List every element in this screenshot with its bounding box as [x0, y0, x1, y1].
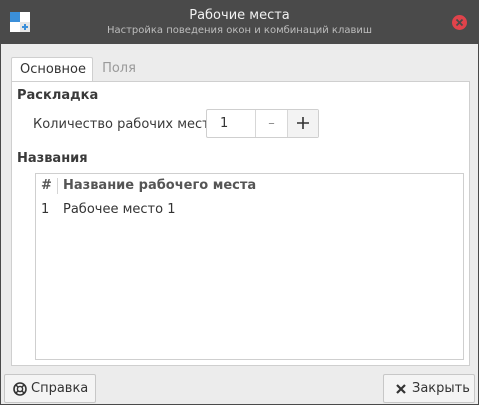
layout-section-title: Раскладка [17, 88, 99, 103]
close-icon [455, 18, 464, 27]
tab-general[interactable]: Основное [11, 57, 93, 81]
row-workspace-name[interactable]: Рабочее место 1 [63, 202, 175, 217]
window-close-button[interactable] [452, 15, 467, 30]
list-item[interactable]: 1 Рабочее место 1 [36, 202, 463, 224]
help-button-label: Справка [31, 381, 89, 396]
close-button[interactable]: Закрыть [383, 374, 475, 403]
workspace-count-stepper[interactable]: 1 – [206, 109, 319, 138]
column-separator [57, 178, 58, 194]
close-x-icon [396, 384, 406, 394]
tab-panel-general: Раскладка Количество рабочих мест: 1 – Н… [11, 81, 470, 366]
minus-icon: – [268, 116, 275, 131]
decrement-button[interactable]: – [255, 110, 287, 137]
increment-button[interactable] [287, 110, 318, 137]
workspaces-dialog: Рабочие места Настройка поведения окон и… [0, 0, 479, 405]
window-subtitle: Настройка поведения окон и комбинаций кл… [106, 25, 373, 36]
help-button[interactable]: Справка [4, 374, 96, 403]
workspace-names-list[interactable]: # Название рабочего места 1 Рабочее мест… [35, 173, 464, 360]
row-number: 1 [41, 202, 50, 217]
titlebar[interactable]: Рабочие места Настройка поведения окон и… [1, 1, 478, 44]
column-header-number[interactable]: # [41, 178, 52, 193]
column-header-name[interactable]: Название рабочего места [63, 178, 256, 193]
close-button-label: Закрыть [412, 381, 470, 396]
workspace-count-label: Количество рабочих мест: [33, 117, 215, 132]
tab-fields[interactable]: Поля [93, 57, 145, 81]
list-header: # Название рабочего места [36, 174, 463, 198]
names-section-title: Названия [17, 151, 88, 166]
plus-icon [297, 117, 309, 129]
workspace-count-input[interactable]: 1 [207, 110, 255, 137]
help-lifebuoy-icon [13, 382, 27, 396]
window-title: Рабочие места [189, 8, 290, 23]
